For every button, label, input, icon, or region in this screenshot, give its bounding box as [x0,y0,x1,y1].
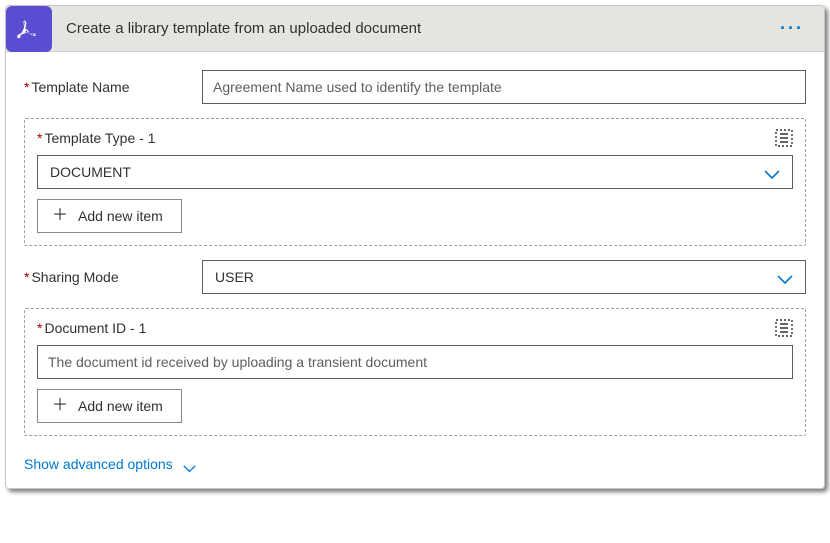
document-id-group: *Document ID - 1 The document id receive… [24,308,806,436]
document-id-value: The document id received by uploading a … [48,354,427,370]
template-type-value: DOCUMENT [50,164,131,180]
collapse-array-icon[interactable] [775,319,793,337]
show-advanced-options-link[interactable]: Show advanced options [24,450,196,476]
sharing-mode-label: *Sharing Mode [24,269,202,285]
action-card: Create a library template from an upload… [5,5,825,489]
template-name-input[interactable] [202,70,806,104]
required-asterisk: * [24,79,29,95]
add-new-item-label: Add new item [78,398,163,414]
card-body: *Template Name *Template Type - 1 DOCUME… [6,52,824,488]
plus-icon: ＋ [52,208,68,224]
show-advanced-label: Show advanced options [24,456,173,472]
template-name-label: *Template Name [24,79,202,95]
more-actions-button[interactable]: ··· [774,14,810,43]
chevron-down-icon [764,167,780,177]
sharing-mode-row: *Sharing Mode USER [24,260,806,294]
required-asterisk: * [24,269,29,285]
template-type-header: *Template Type - 1 [37,129,793,147]
sharing-mode-value: USER [215,269,254,285]
add-new-item-label: Add new item [78,208,163,224]
document-id-label: *Document ID - 1 [37,320,146,336]
required-asterisk: * [37,130,42,146]
chevron-down-icon [183,460,196,468]
document-id-input[interactable]: The document id received by uploading a … [37,345,793,379]
template-type-label: *Template Type - 1 [37,130,155,146]
adobe-logo [6,6,52,52]
add-template-type-button[interactable]: ＋ Add new item [37,199,182,233]
template-type-select[interactable]: DOCUMENT [37,155,793,189]
card-title: Create a library template from an upload… [66,20,774,37]
document-id-header: *Document ID - 1 [37,319,793,337]
collapse-array-icon[interactable] [775,129,793,147]
required-asterisk: * [37,320,42,336]
card-header: Create a library template from an upload… [6,6,824,52]
sharing-mode-select[interactable]: USER [202,260,806,294]
template-name-row: *Template Name [24,70,806,104]
plus-icon: ＋ [52,398,68,414]
template-type-group: *Template Type - 1 DOCUMENT ＋ Add new it… [24,118,806,246]
add-document-id-button[interactable]: ＋ Add new item [37,389,182,423]
adobe-acrobat-icon [16,16,42,42]
chevron-down-icon [777,272,793,282]
